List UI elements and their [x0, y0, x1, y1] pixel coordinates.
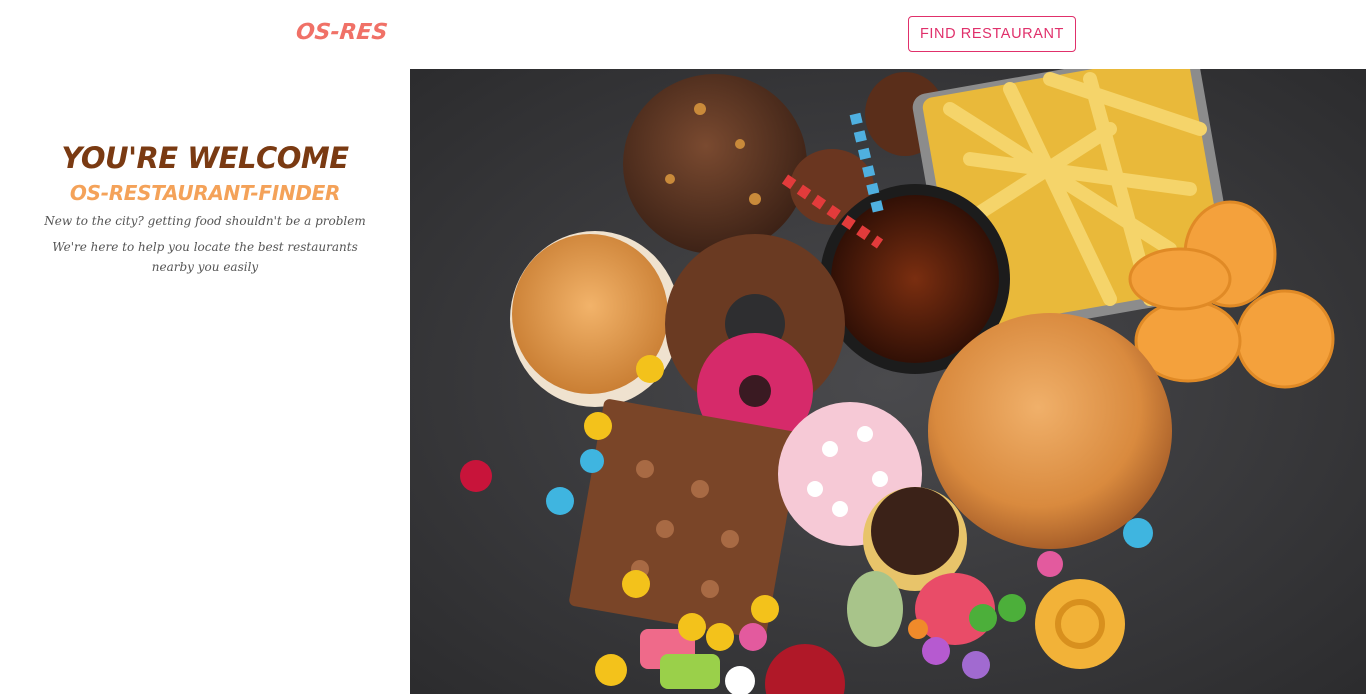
navbar: OS-RES FIND RESTAURANT [0, 0, 1366, 69]
brand-logo[interactable]: OS-RES [295, 20, 389, 45]
green-macaron [847, 571, 903, 647]
burger [928, 313, 1172, 549]
welcome-section: YOU'RE WELCOME OS-RESTAURANT-FINDER New … [0, 69, 410, 694]
gummy-candy-2 [660, 654, 720, 689]
junk-food-illustration [410, 69, 1366, 694]
find-restaurant-button[interactable]: FIND RESTAURANT [908, 16, 1076, 52]
chocolate-muffin [623, 74, 807, 254]
hero-image [410, 69, 1366, 694]
welcome-heading: YOU'RE WELCOME [61, 141, 349, 175]
app-name-subheading: OS-RESTAURANT-FINDER [69, 181, 341, 205]
welcome-text-2: We're here to help you locate the best r… [52, 240, 358, 274]
welcome-text-1: New to the city? getting food shouldn't … [44, 214, 366, 228]
gummy-roll [1035, 579, 1125, 669]
